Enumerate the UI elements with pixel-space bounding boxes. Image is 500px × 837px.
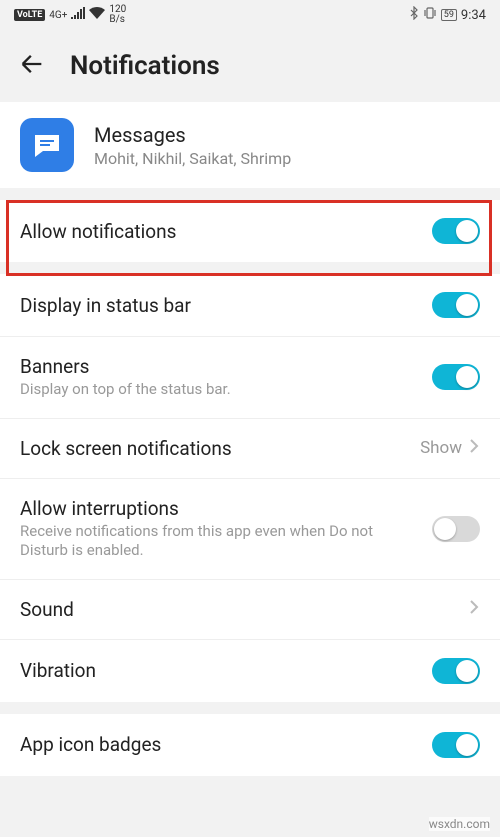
chevron-right-icon xyxy=(468,598,480,620)
watermark: wsxdn.com xyxy=(429,817,490,831)
toggle-allow-interruptions[interactable] xyxy=(432,516,480,542)
row-title: Sound xyxy=(20,598,456,621)
section-gap xyxy=(0,188,500,200)
toggle-banners[interactable] xyxy=(432,364,480,390)
chevron-right-icon xyxy=(468,437,480,459)
signal-icon xyxy=(71,7,85,23)
row-title: Allow interruptions xyxy=(20,497,420,520)
battery-level: 59 xyxy=(444,10,454,20)
row-sound[interactable]: Sound xyxy=(0,580,500,640)
battery-icon: 59 xyxy=(441,9,457,21)
row-banners[interactable]: Banners Display on top of the status bar… xyxy=(0,337,500,419)
toggle-app-icon-badges[interactable] xyxy=(432,732,480,758)
back-icon[interactable] xyxy=(18,50,46,82)
toggle-vibration[interactable] xyxy=(432,658,480,684)
network-label: 4G+ xyxy=(49,10,67,21)
row-title: Banners xyxy=(20,355,420,378)
clock: 9:34 xyxy=(461,8,486,23)
toggle-allow-notifications[interactable] xyxy=(432,218,480,244)
row-allow-interruptions[interactable]: Allow interruptions Receive notification… xyxy=(0,479,500,580)
vibrate-icon xyxy=(423,6,437,24)
app-name: Messages xyxy=(94,123,291,147)
bluetooth-icon xyxy=(409,6,419,24)
row-title: Display in status bar xyxy=(20,294,420,317)
wifi-icon xyxy=(89,7,105,23)
volte-badge: VoLTE xyxy=(14,9,45,21)
row-subtitle: Receive notifications from this app even… xyxy=(20,522,420,561)
app-subtitle: Mohit, Nikhil, Saikat, Shrimp xyxy=(94,149,291,168)
row-lock-screen[interactable]: Lock screen notifications Show xyxy=(0,419,500,479)
section-gap xyxy=(0,702,500,714)
row-value: Show xyxy=(420,438,462,458)
row-title: Allow notifications xyxy=(20,220,420,243)
header: Notifications xyxy=(0,30,500,102)
row-vibration[interactable]: Vibration xyxy=(0,640,500,702)
row-title: App icon badges xyxy=(20,733,420,756)
row-allow-notifications[interactable]: Allow notifications xyxy=(0,200,500,262)
row-title: Vibration xyxy=(20,659,420,682)
status-left: VoLTE 4G+ 120 B/s xyxy=(14,5,126,25)
row-title: Lock screen notifications xyxy=(20,437,408,460)
status-bar: VoLTE 4G+ 120 B/s 59 9:34 xyxy=(0,0,500,30)
row-display-status-bar[interactable]: Display in status bar xyxy=(0,274,500,337)
app-header-row: Messages Mohit, Nikhil, Saikat, Shrimp xyxy=(0,102,500,188)
status-right: 59 9:34 xyxy=(409,6,486,24)
messages-app-icon xyxy=(20,118,74,172)
page-title: Notifications xyxy=(70,51,220,81)
row-app-icon-badges[interactable]: App icon badges xyxy=(0,714,500,776)
app-info: Messages Mohit, Nikhil, Saikat, Shrimp xyxy=(94,123,291,168)
toggle-display-status-bar[interactable] xyxy=(432,292,480,318)
section-gap xyxy=(0,262,500,274)
speed-unit: B/s xyxy=(109,15,125,25)
row-subtitle: Display on top of the status bar. xyxy=(20,380,420,400)
data-speed: 120 B/s xyxy=(109,5,126,25)
